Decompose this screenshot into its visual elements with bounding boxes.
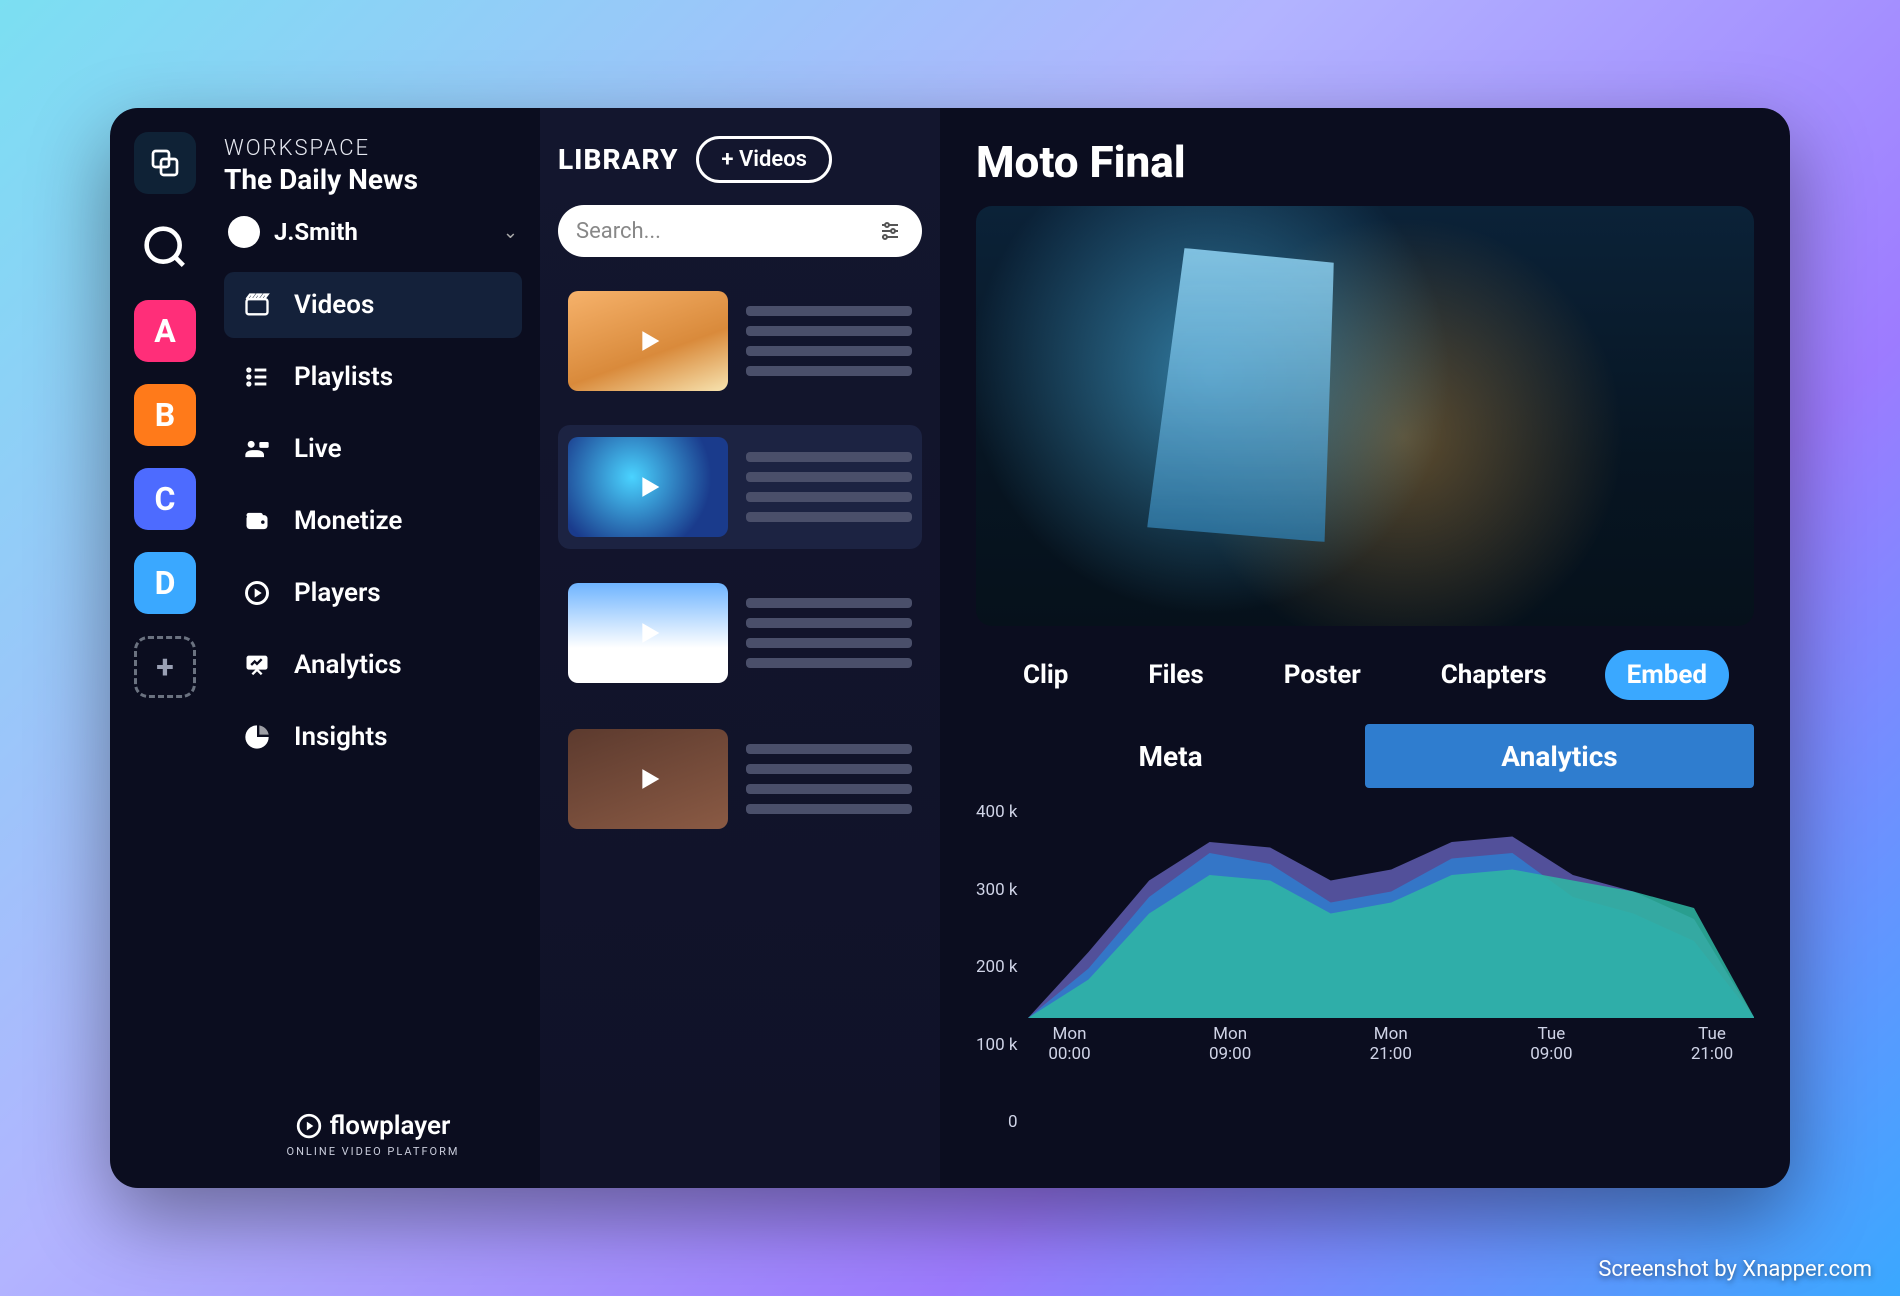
sidebar-item-insights[interactable]: Insights bbox=[224, 704, 522, 770]
workspace-name: The Daily News bbox=[224, 163, 522, 196]
search-box bbox=[558, 205, 922, 257]
subtab-analytics[interactable]: Analytics bbox=[1365, 724, 1754, 788]
library-item[interactable] bbox=[558, 717, 922, 841]
sidebar-item-label: Players bbox=[294, 578, 381, 608]
search-icon[interactable] bbox=[134, 216, 196, 278]
tab-chapters[interactable]: Chapters bbox=[1419, 650, 1569, 700]
workspace-d[interactable]: D bbox=[134, 552, 196, 614]
video-thumbnail bbox=[568, 729, 728, 829]
brand-name: flowplayer bbox=[330, 1111, 451, 1141]
main-panel: Moto Final Clip Files Poster Chapters Em… bbox=[940, 108, 1790, 1188]
play-icon bbox=[629, 468, 667, 506]
sidebar-item-label: Videos bbox=[294, 290, 374, 320]
workspace-label: WORKSPACE bbox=[224, 136, 522, 161]
add-workspace-button[interactable]: + bbox=[134, 636, 196, 698]
area-chart-svg bbox=[1028, 798, 1755, 1018]
tab-poster[interactable]: Poster bbox=[1262, 650, 1383, 700]
sidebar-item-analytics[interactable]: Analytics bbox=[224, 632, 522, 698]
brand-tagline: ONLINE VIDEO PLATFORM bbox=[224, 1145, 522, 1158]
sidebar-nav: Videos Playlists Live Monetize bbox=[224, 272, 522, 770]
detail-tabs: Clip Files Poster Chapters Embed bbox=[976, 650, 1754, 700]
sidebar-item-label: Playlists bbox=[294, 362, 393, 392]
list-icon bbox=[242, 362, 272, 392]
play-circle-icon bbox=[242, 578, 272, 608]
play-icon bbox=[629, 760, 667, 798]
chart-x-axis: Mon 00:00 Mon 09:00 Mon 21:00 Tue 09:00 … bbox=[1028, 1018, 1755, 1065]
user-selector[interactable]: J.Smith ⌄ bbox=[224, 210, 522, 268]
pie-icon bbox=[242, 722, 272, 752]
user-name: J.Smith bbox=[274, 218, 489, 246]
sidebar-item-players[interactable]: Players bbox=[224, 560, 522, 626]
analytics-chart: 400 k 300 k 200 k 100 k 0 Mon 00:00 Mon … bbox=[976, 798, 1754, 1160]
analytics-subtabs: Meta Analytics bbox=[976, 724, 1754, 788]
video-thumbnail bbox=[568, 437, 728, 537]
search-input[interactable] bbox=[576, 219, 876, 244]
play-icon bbox=[629, 322, 667, 360]
page-title: Moto Final bbox=[976, 136, 1754, 188]
stack-icon[interactable] bbox=[134, 132, 196, 194]
library-list bbox=[558, 279, 922, 841]
sidebar-item-label: Analytics bbox=[294, 650, 402, 680]
play-icon bbox=[629, 614, 667, 652]
tab-clip[interactable]: Clip bbox=[1001, 650, 1090, 700]
workspace-b[interactable]: B bbox=[134, 384, 196, 446]
library-item[interactable] bbox=[558, 571, 922, 695]
chart-y-axis: 400 k 300 k 200 k 100 k 0 bbox=[976, 798, 1028, 1160]
chevron-down-icon: ⌄ bbox=[503, 222, 518, 243]
watermark: Screenshot by Xnapper.com bbox=[1598, 1257, 1872, 1282]
video-thumbnail bbox=[568, 291, 728, 391]
workspace-a[interactable]: A bbox=[134, 300, 196, 362]
sidebar-item-label: Live bbox=[294, 434, 342, 464]
library-item[interactable] bbox=[558, 279, 922, 403]
library-title: LIBRARY bbox=[558, 143, 678, 176]
icon-rail: A B C D + bbox=[110, 108, 220, 1188]
item-text-placeholder bbox=[746, 744, 912, 814]
video-thumbnail bbox=[568, 583, 728, 683]
presentation-icon bbox=[242, 650, 272, 680]
sidebar-item-videos[interactable]: Videos bbox=[224, 272, 522, 338]
live-icon bbox=[242, 434, 272, 464]
tab-files[interactable]: Files bbox=[1126, 650, 1225, 700]
sidebar-item-label: Monetize bbox=[294, 506, 402, 536]
sidebar-item-monetize[interactable]: Monetize bbox=[224, 488, 522, 554]
library-item[interactable] bbox=[558, 425, 922, 549]
item-text-placeholder bbox=[746, 452, 912, 522]
sidebar: WORKSPACE The Daily News J.Smith ⌄ Video… bbox=[220, 108, 540, 1188]
sidebar-item-live[interactable]: Live bbox=[224, 416, 522, 482]
filter-icon[interactable] bbox=[876, 217, 904, 245]
add-videos-button[interactable]: + Videos bbox=[696, 136, 832, 183]
library-panel: LIBRARY + Videos bbox=[540, 108, 940, 1188]
brand: flowplayer ONLINE VIDEO PLATFORM bbox=[224, 1081, 522, 1168]
play-circle-icon bbox=[296, 1113, 322, 1139]
item-text-placeholder bbox=[746, 598, 912, 668]
subtab-meta[interactable]: Meta bbox=[976, 724, 1365, 788]
workspace-c[interactable]: C bbox=[134, 468, 196, 530]
sidebar-item-playlists[interactable]: Playlists bbox=[224, 344, 522, 410]
avatar bbox=[228, 216, 260, 248]
clapper-icon bbox=[242, 290, 272, 320]
tab-embed[interactable]: Embed bbox=[1605, 650, 1729, 700]
app-window: A B C D + WORKSPACE The Daily News J.Smi… bbox=[110, 108, 1790, 1188]
sidebar-item-label: Insights bbox=[294, 722, 388, 752]
video-preview[interactable] bbox=[976, 206, 1754, 626]
wallet-icon bbox=[242, 506, 272, 536]
item-text-placeholder bbox=[746, 306, 912, 376]
